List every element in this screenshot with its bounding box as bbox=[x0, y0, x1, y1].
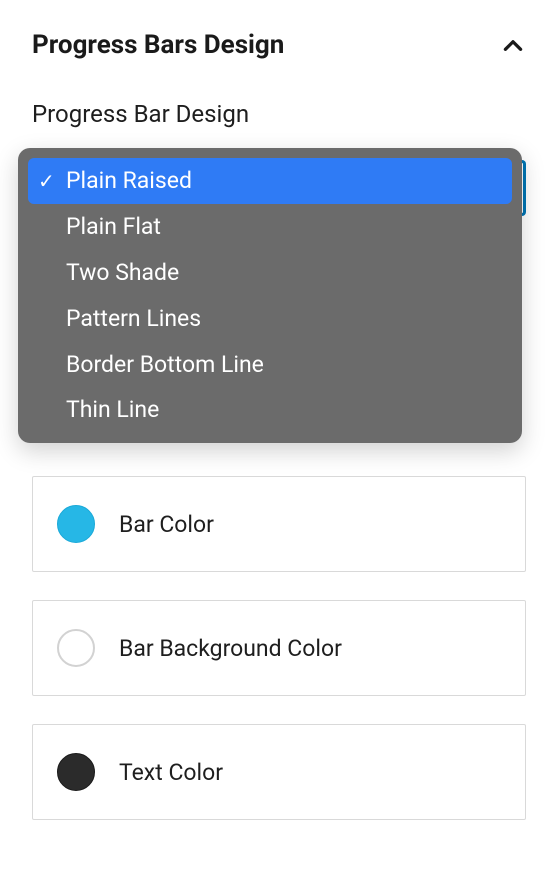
bar-color-row[interactable]: Bar Color bbox=[32, 476, 526, 572]
dropdown-option-label: Plain Flat bbox=[66, 212, 161, 242]
panel-title: Progress Bars Design bbox=[32, 30, 284, 60]
panel-header[interactable]: Progress Bars Design bbox=[32, 10, 526, 100]
dropdown-option-pattern-lines[interactable]: Pattern Lines bbox=[28, 296, 512, 342]
dropdown-option-thin-line[interactable]: Thin Line bbox=[28, 387, 512, 433]
dropdown-option-label: Border Bottom Line bbox=[66, 350, 264, 380]
bar-color-label: Bar Color bbox=[119, 511, 214, 538]
text-color-row[interactable]: Text Color bbox=[32, 724, 526, 820]
dropdown-option-plain-raised[interactable]: ✓ Plain Raised bbox=[28, 158, 512, 204]
bar-color-swatch[interactable] bbox=[57, 505, 95, 543]
dropdown-option-border-bottom-line[interactable]: Border Bottom Line bbox=[28, 342, 512, 388]
dropdown-option-label: Two Shade bbox=[66, 258, 179, 288]
chevron-up-icon bbox=[500, 32, 526, 58]
design-select-label: Progress Bar Design bbox=[32, 100, 526, 128]
dropdown-option-label: Thin Line bbox=[66, 395, 159, 425]
text-color-label: Text Color bbox=[119, 759, 223, 786]
dropdown-option-two-shade[interactable]: Two Shade bbox=[28, 250, 512, 296]
text-color-swatch[interactable] bbox=[57, 753, 95, 791]
dropdown-option-plain-flat[interactable]: Plain Flat bbox=[28, 204, 512, 250]
dropdown-option-label: Plain Raised bbox=[66, 166, 192, 196]
design-select-dropdown[interactable]: ✓ Plain Raised Plain Flat Two Shade Patt… bbox=[18, 148, 522, 443]
check-icon: ✓ bbox=[38, 168, 66, 194]
bar-background-color-swatch[interactable] bbox=[57, 629, 95, 667]
bar-background-color-label: Bar Background Color bbox=[119, 635, 342, 662]
bar-background-color-row[interactable]: Bar Background Color bbox=[32, 600, 526, 696]
dropdown-option-label: Pattern Lines bbox=[66, 304, 201, 334]
